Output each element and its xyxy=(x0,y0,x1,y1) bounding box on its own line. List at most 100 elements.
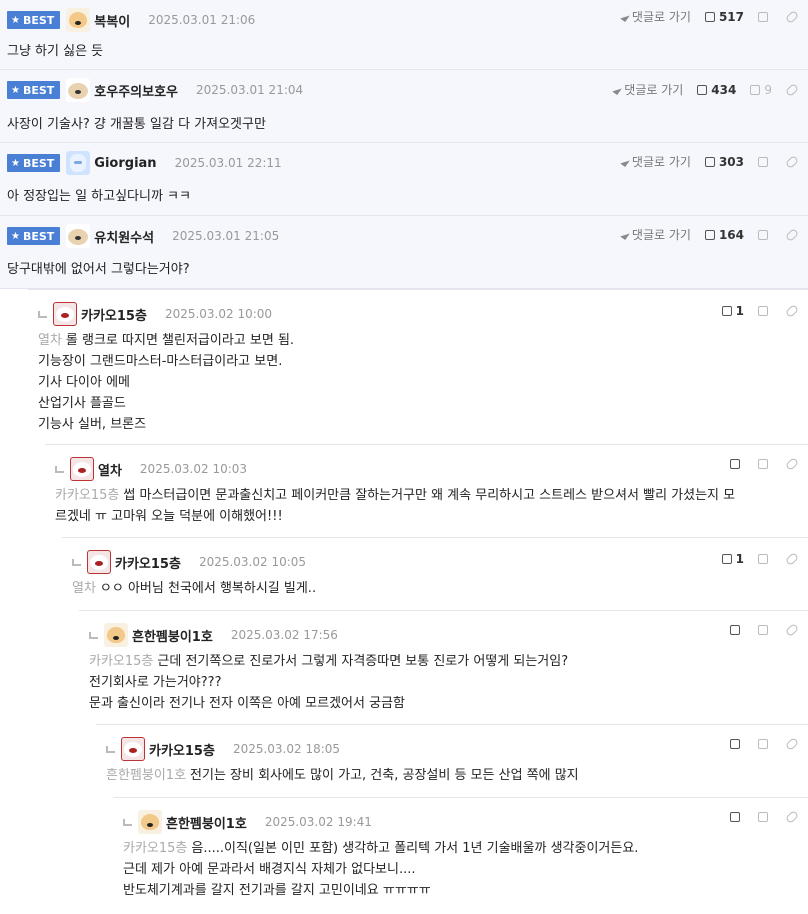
best-badge: ★ BEST xyxy=(7,81,61,99)
arrow-icon xyxy=(620,156,630,167)
link-icon xyxy=(784,154,800,169)
comment-date: 2025.03.02 10:05 xyxy=(198,555,307,569)
nickname[interactable]: 흔한펨붕이1호 xyxy=(166,813,247,832)
best-comment: ★ BEST 복복이 2025.03.01 21:06 그냥 하기 싫은 듯 댓글… xyxy=(0,0,808,70)
reply-comment: 카카오15층 2025.03.02 10:05 열차 ㅇㅇ 아버님 천국에서 행복… xyxy=(62,537,808,610)
best-badge: ★ BEST xyxy=(7,154,61,172)
like-button[interactable]: 434 xyxy=(697,83,736,97)
avatar[interactable] xyxy=(104,623,128,647)
nickname[interactable]: 유치원수석 xyxy=(94,227,154,246)
thumb-up-icon xyxy=(704,229,715,240)
nickname[interactable]: 흔한펨붕이1호 xyxy=(132,626,213,645)
mention[interactable]: 카카오15층 xyxy=(55,488,119,503)
nickname[interactable]: Giorgian xyxy=(94,156,156,171)
goto-comment-link[interactable]: 댓글로 가기 xyxy=(620,8,691,25)
avatar[interactable] xyxy=(70,457,94,481)
mention[interactable]: 열차 xyxy=(38,333,62,348)
like-button[interactable]: 517 xyxy=(704,10,744,24)
comment-list: ★ BEST 복복이 2025.03.01 21:06 그냥 하기 싫은 듯 댓글… xyxy=(0,0,808,912)
avatar[interactable] xyxy=(66,224,91,248)
permalink-button[interactable] xyxy=(784,154,800,169)
dislike-button[interactable] xyxy=(758,459,772,469)
mention[interactable]: 카카오15층 xyxy=(89,654,153,669)
best-comment: ★ BEST 유치원수석 2025.03.01 21:05 당구대밖에 없어서 그… xyxy=(0,216,808,289)
like-button[interactable]: 303 xyxy=(704,155,744,169)
permalink-button[interactable] xyxy=(784,9,800,24)
permalink-button[interactable] xyxy=(784,227,800,242)
comment-date: 2025.03.01 21:05 xyxy=(172,229,280,243)
reply-comment: 흔한펨붕이1호 2025.03.02 17:56 카카오15층 근데 전기쪽으로 … xyxy=(79,610,808,724)
dislike-button[interactable] xyxy=(758,554,772,564)
like-button[interactable] xyxy=(730,812,744,822)
permalink-button[interactable] xyxy=(784,622,800,638)
mention[interactable]: 흔한펨붕이1호 xyxy=(106,768,186,783)
nickname[interactable]: 카카오15층 xyxy=(115,553,181,572)
thumb-up-icon xyxy=(721,306,732,316)
reply-comment: 열차 2025.03.02 10:03 카카오15층 썹 마스터급이면 문과출신치… xyxy=(45,444,808,537)
like-button[interactable]: 1 xyxy=(721,304,744,318)
best-badge: ★ BEST xyxy=(7,11,61,29)
arrow-icon xyxy=(612,84,623,95)
link-icon xyxy=(784,736,800,752)
comment-text: 카카오15층 음.....이직(일본 이민 포함) 생각하고 폴리텍 가서 1년 … xyxy=(123,841,639,898)
comment-text: 사장이 기술사? 걍 개꿀통 일감 다 가져오겟구만 xyxy=(7,117,266,132)
nickname[interactable]: 열차 xyxy=(98,460,122,479)
permalink-button[interactable] xyxy=(784,82,800,97)
permalink-button[interactable] xyxy=(784,456,800,472)
dislike-button[interactable] xyxy=(758,739,772,749)
goto-comment-link[interactable]: 댓글로 가기 xyxy=(620,153,691,170)
comment-text: 아 정장입는 일 하고싶다니까 ㅋㅋ xyxy=(7,189,191,204)
thumb-down-icon xyxy=(758,156,768,167)
star-icon: ★ xyxy=(11,157,20,169)
permalink-button[interactable] xyxy=(784,736,800,752)
nickname[interactable]: 카카오15층 xyxy=(149,740,215,759)
star-icon: ★ xyxy=(11,84,20,96)
thumb-down-icon xyxy=(758,459,768,469)
link-icon xyxy=(784,622,800,638)
dislike-button[interactable] xyxy=(758,306,772,316)
avatar[interactable] xyxy=(138,810,162,834)
permalink-button[interactable] xyxy=(784,809,800,825)
avatar[interactable] xyxy=(66,151,91,175)
reply-arrow-icon xyxy=(55,465,64,473)
avatar[interactable] xyxy=(121,737,145,761)
comment-text: 그냥 하기 싫은 듯 xyxy=(7,44,104,59)
like-button[interactable] xyxy=(730,625,744,635)
dislike-button[interactable] xyxy=(758,11,772,22)
dislike-button[interactable] xyxy=(758,625,772,635)
thumb-down-icon xyxy=(758,229,768,240)
comment-date: 2025.03.01 22:11 xyxy=(174,156,282,170)
like-button[interactable] xyxy=(730,739,744,749)
like-button[interactable]: 1 xyxy=(721,552,744,566)
avatar[interactable] xyxy=(66,8,91,32)
thumb-up-icon xyxy=(730,739,740,749)
avatar[interactable] xyxy=(87,550,111,574)
reply-arrow-icon xyxy=(38,310,47,318)
like-button[interactable] xyxy=(730,459,744,469)
nickname[interactable]: 복복이 xyxy=(94,11,130,30)
star-icon: ★ xyxy=(11,14,20,26)
dislike-button[interactable]: 9 xyxy=(750,83,772,97)
thumb-down-icon xyxy=(758,625,768,635)
nickname[interactable]: 카카오15층 xyxy=(81,305,147,324)
arrow-icon xyxy=(620,11,630,22)
like-button[interactable]: 164 xyxy=(704,228,744,242)
comment-date: 2025.03.02 10:03 xyxy=(139,462,248,476)
dislike-button[interactable] xyxy=(758,229,772,240)
thumb-up-icon xyxy=(730,812,740,822)
permalink-button[interactable] xyxy=(784,303,800,319)
nickname[interactable]: 호우주의보호우 xyxy=(94,81,178,100)
goto-comment-link[interactable]: 댓글로 가기 xyxy=(620,226,691,243)
goto-comment-link[interactable]: 댓글로 가기 xyxy=(612,81,683,98)
link-icon xyxy=(784,809,800,825)
avatar[interactable] xyxy=(66,78,91,102)
avatar[interactable] xyxy=(53,302,77,326)
best-comment: ★ BEST Giorgian 2025.03.01 22:11 아 정장입는 일… xyxy=(0,143,808,216)
best-badge: ★ BEST xyxy=(7,227,61,245)
dislike-button[interactable] xyxy=(758,812,772,822)
mention[interactable]: 열차 xyxy=(72,581,96,596)
mention[interactable]: 카카오15층 xyxy=(123,841,187,856)
permalink-button[interactable] xyxy=(784,551,800,567)
link-icon xyxy=(784,9,800,24)
dislike-button[interactable] xyxy=(758,156,772,167)
